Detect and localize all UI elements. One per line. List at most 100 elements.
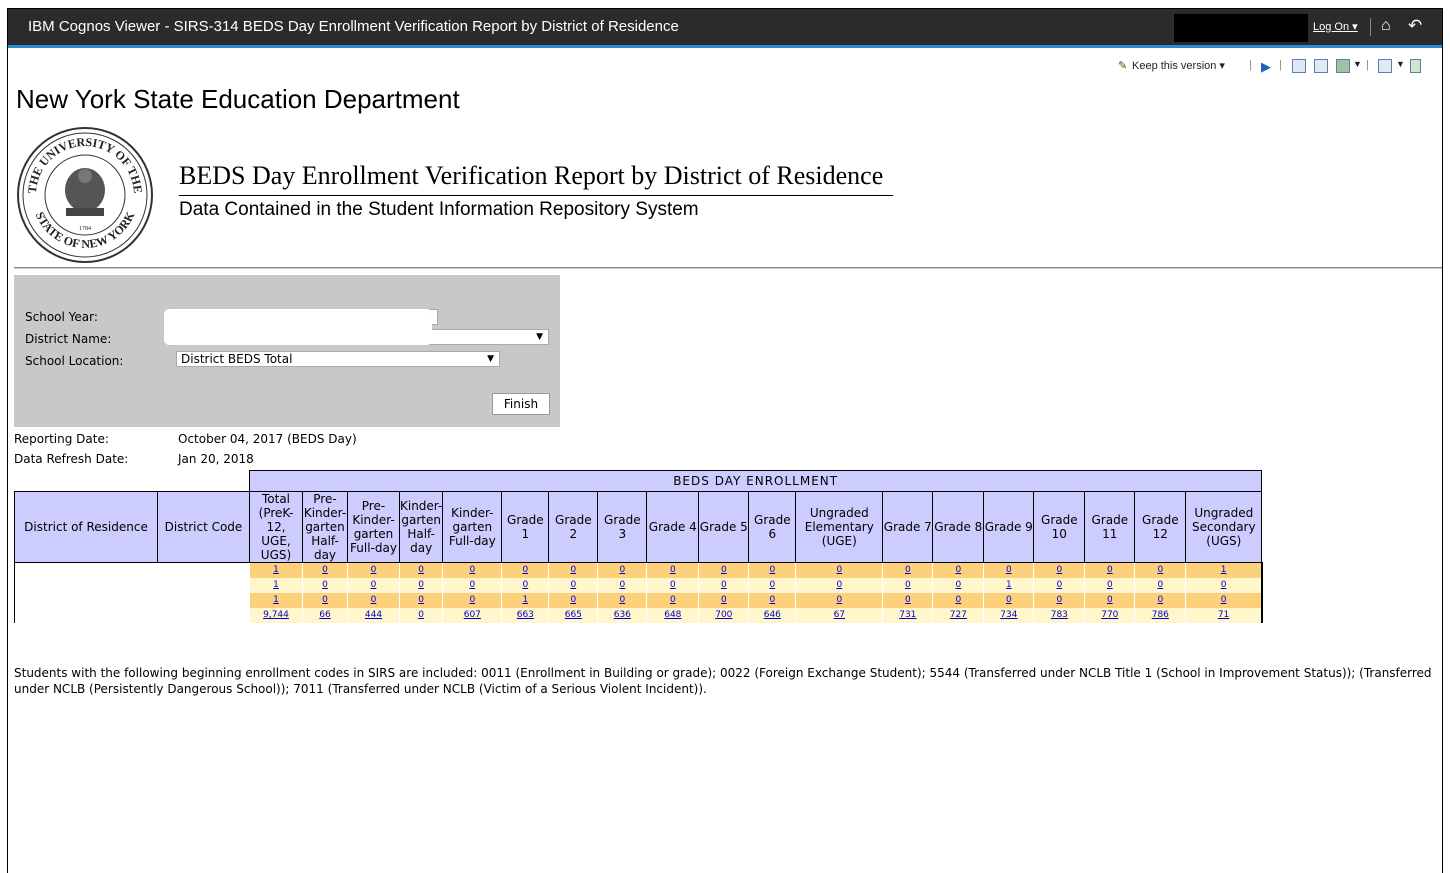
drill-value-link[interactable]: 1 bbox=[1006, 580, 1012, 590]
drill-value-link[interactable]: 0 bbox=[836, 595, 842, 605]
drill-value-link[interactable]: 0 bbox=[1006, 595, 1012, 605]
add-bookmark-icon[interactable] bbox=[1410, 59, 1421, 73]
chevron-down-icon[interactable]: ▼ bbox=[1353, 59, 1362, 69]
drill-value-link[interactable]: 648 bbox=[664, 610, 681, 620]
drill-value-link[interactable]: 0 bbox=[570, 580, 576, 590]
drill-value-link[interactable]: 0 bbox=[469, 580, 475, 590]
drill-value-link[interactable]: 67 bbox=[834, 610, 845, 620]
drill-value-link[interactable]: 0 bbox=[1107, 565, 1113, 575]
drill-value-link[interactable]: 0 bbox=[469, 565, 475, 575]
drill-value-link[interactable]: 700 bbox=[715, 610, 732, 620]
drill-value-link[interactable]: 0 bbox=[670, 565, 676, 575]
drill-value-link[interactable]: 0 bbox=[322, 580, 328, 590]
drill-value-link[interactable]: 0 bbox=[418, 610, 424, 620]
column-header: Grade 9 bbox=[983, 491, 1035, 563]
drill-value-link[interactable]: 727 bbox=[950, 610, 967, 620]
drill-up-icon[interactable] bbox=[1314, 59, 1328, 73]
chevron-down-icon[interactable]: ▼ bbox=[1396, 59, 1405, 69]
drill-value-link[interactable]: 0 bbox=[769, 580, 775, 590]
value-cell: 0 bbox=[398, 578, 443, 593]
drill-value-link[interactable]: 0 bbox=[1221, 595, 1227, 605]
drill-value-link[interactable]: 0 bbox=[522, 580, 528, 590]
drill-value-link[interactable]: 71 bbox=[1218, 610, 1229, 620]
value-cell: 0 bbox=[795, 562, 883, 578]
finish-button[interactable]: Finish bbox=[492, 393, 550, 415]
drill-value-link[interactable]: 0 bbox=[1056, 595, 1062, 605]
drill-value-link[interactable]: 0 bbox=[1157, 595, 1163, 605]
drill-value-link[interactable]: 0 bbox=[570, 565, 576, 575]
school-location-select[interactable]: District BEDS Total ▼ bbox=[176, 351, 500, 367]
drill-value-link[interactable]: 0 bbox=[955, 580, 961, 590]
drill-value-link[interactable]: 0 bbox=[1157, 580, 1163, 590]
column-header: Grade 11 bbox=[1084, 491, 1136, 563]
drill-value-link[interactable]: 0 bbox=[619, 595, 625, 605]
drill-value-link[interactable]: 9,744 bbox=[263, 610, 289, 620]
value-cell: 0 bbox=[932, 562, 984, 578]
drill-value-link[interactable]: 0 bbox=[522, 565, 528, 575]
drill-value-link[interactable]: 731 bbox=[899, 610, 916, 620]
keep-version-icon[interactable]: ✎ bbox=[1118, 59, 1127, 72]
drill-value-link[interactable]: 444 bbox=[365, 610, 382, 620]
drill-value-link[interactable]: 0 bbox=[1107, 595, 1113, 605]
drill-value-link[interactable]: 0 bbox=[905, 595, 911, 605]
drill-value-link[interactable]: 0 bbox=[955, 565, 961, 575]
log-on-menu[interactable]: Log On ▾ bbox=[1313, 20, 1358, 33]
run-icon[interactable]: ▶ bbox=[1261, 59, 1271, 75]
drill-value-link[interactable]: 1 bbox=[273, 595, 279, 605]
drill-value-link[interactable]: 786 bbox=[1152, 610, 1169, 620]
home-icon[interactable]: ⌂ bbox=[1381, 17, 1391, 35]
drill-value-link[interactable]: 0 bbox=[721, 565, 727, 575]
drill-value-link[interactable]: 0 bbox=[721, 580, 727, 590]
drill-value-link[interactable]: 734 bbox=[1000, 610, 1017, 620]
drill-value-link[interactable]: 607 bbox=[464, 610, 481, 620]
drill-value-link[interactable]: 66 bbox=[319, 610, 330, 620]
column-header: Kinder-garten Full-day bbox=[442, 491, 503, 563]
drill-value-link[interactable]: 0 bbox=[1221, 580, 1227, 590]
drill-value-link[interactable]: 0 bbox=[769, 595, 775, 605]
drill-value-link[interactable]: 0 bbox=[1157, 565, 1163, 575]
drill-value-link[interactable]: 0 bbox=[1056, 565, 1062, 575]
keep-version-button[interactable]: Keep this version ▾ bbox=[1132, 59, 1225, 72]
drill-value-link[interactable]: 646 bbox=[764, 610, 781, 620]
drill-value-link[interactable]: 0 bbox=[371, 595, 377, 605]
view-format-icon[interactable] bbox=[1378, 59, 1392, 73]
drill-value-link[interactable]: 1 bbox=[522, 595, 528, 605]
drill-value-link[interactable]: 0 bbox=[905, 565, 911, 575]
return-icon[interactable]: ↶ bbox=[1408, 16, 1422, 36]
drill-value-link[interactable]: 663 bbox=[517, 610, 534, 620]
drill-value-link[interactable]: 0 bbox=[371, 580, 377, 590]
drill-value-link[interactable]: 0 bbox=[721, 595, 727, 605]
drill-value-link[interactable]: 0 bbox=[955, 595, 961, 605]
drill-down-icon[interactable] bbox=[1292, 59, 1306, 73]
drill-value-link[interactable]: 0 bbox=[371, 565, 377, 575]
drill-value-link[interactable]: 0 bbox=[418, 595, 424, 605]
drill-value-link[interactable]: 0 bbox=[769, 565, 775, 575]
drill-value-link[interactable]: 0 bbox=[836, 580, 842, 590]
drill-value-link[interactable]: 0 bbox=[670, 595, 676, 605]
drill-value-link[interactable]: 0 bbox=[1056, 580, 1062, 590]
drill-value-link[interactable]: 0 bbox=[570, 595, 576, 605]
drill-value-link[interactable]: 0 bbox=[469, 595, 475, 605]
drill-value-link[interactable]: 0 bbox=[619, 580, 625, 590]
drill-value-link[interactable]: 636 bbox=[614, 610, 631, 620]
district-of-residence-header: District of Residence bbox=[14, 491, 158, 563]
drill-value-link[interactable]: 1 bbox=[1221, 565, 1227, 575]
drill-value-link[interactable]: 0 bbox=[1107, 580, 1113, 590]
drill-value-link[interactable]: 0 bbox=[905, 580, 911, 590]
drill-value-link[interactable]: 0 bbox=[322, 595, 328, 605]
related-links-icon[interactable] bbox=[1336, 59, 1350, 73]
drill-value-link[interactable]: 0 bbox=[418, 565, 424, 575]
drill-value-link[interactable]: 0 bbox=[322, 565, 328, 575]
drill-value-link[interactable]: 1 bbox=[273, 580, 279, 590]
drill-value-link[interactable]: 0 bbox=[836, 565, 842, 575]
drill-value-link[interactable]: 0 bbox=[1006, 565, 1012, 575]
drill-value-link[interactable]: 0 bbox=[670, 580, 676, 590]
value-cell: 0 bbox=[1084, 593, 1135, 608]
drill-value-link[interactable]: 770 bbox=[1101, 610, 1118, 620]
value-cell: 0 bbox=[748, 562, 796, 578]
drill-value-link[interactable]: 1 bbox=[273, 565, 279, 575]
drill-value-link[interactable]: 665 bbox=[565, 610, 582, 620]
drill-value-link[interactable]: 0 bbox=[619, 565, 625, 575]
drill-value-link[interactable]: 0 bbox=[418, 580, 424, 590]
drill-value-link[interactable]: 783 bbox=[1051, 610, 1068, 620]
